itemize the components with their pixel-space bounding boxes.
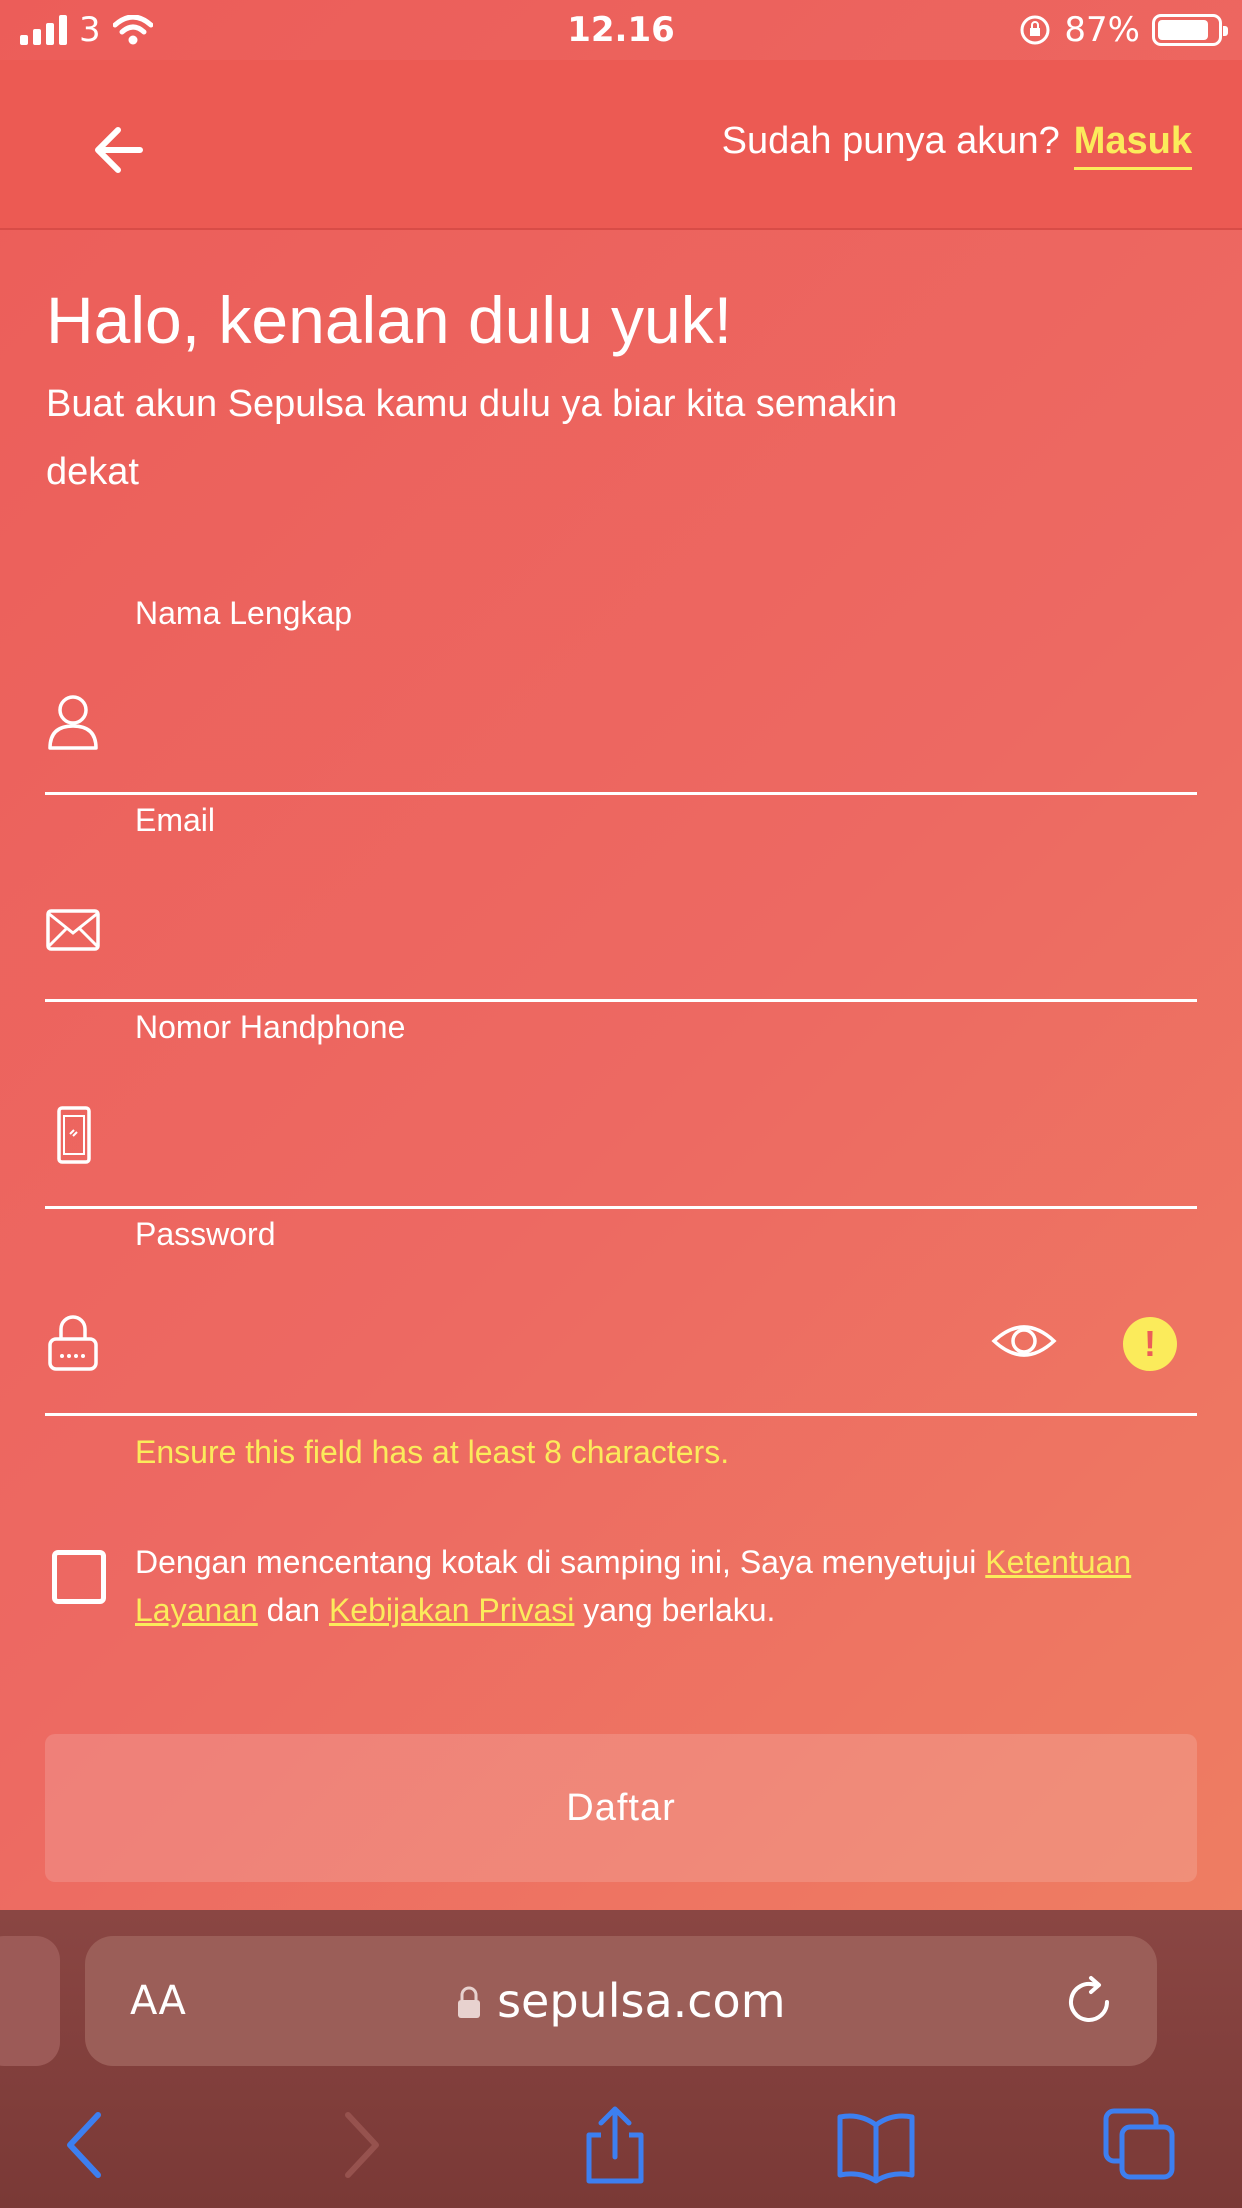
register-button[interactable]: Daftar: [45, 1734, 1197, 1882]
warning-icon: !: [1123, 1317, 1177, 1371]
url-text: sepulsa.com: [497, 1974, 786, 2028]
back-icon[interactable]: [48, 2105, 128, 2185]
battery-percent: 87%: [1064, 10, 1140, 50]
lock-icon: [458, 1986, 481, 2018]
back-arrow-icon[interactable]: [80, 110, 160, 190]
terms-suffix: yang berlaku.: [574, 1592, 776, 1628]
lock-icon: [48, 1315, 98, 1371]
login-prompt-text: Sudah punya akun?: [721, 120, 1060, 162]
rotation-lock-icon: [1020, 15, 1050, 45]
password-error: Ensure this field has at least 8 charact…: [135, 1434, 730, 1470]
login-prompt: Sudah punya akun? Masuk: [722, 120, 1192, 170]
privacy-policy-link[interactable]: Kebijakan Privasi: [329, 1592, 574, 1628]
address-bar[interactable]: AA sepulsa.com: [85, 1936, 1157, 2066]
terms-prefix: Dengan mencentang kotak di samping ini, …: [135, 1544, 986, 1580]
phone-icon: [57, 1106, 91, 1164]
browser-toolbar: [0, 2105, 1242, 2205]
battery-icon: [1152, 14, 1228, 46]
previous-tab[interactable]: [0, 1936, 60, 2066]
reload-icon[interactable]: [1061, 1974, 1117, 2030]
phone-input[interactable]: [135, 1126, 935, 1186]
password-field[interactable]: Password !: [45, 1216, 1197, 1416]
forward-icon[interactable]: [318, 2105, 398, 2185]
page-title: Halo, kenalan dulu yuk!: [46, 283, 733, 357]
terms-middle: dan: [257, 1592, 329, 1628]
signup-page: 3 12.16 87% Sudah punya akun? Masuk Halo…: [0, 0, 1242, 1910]
tabs-icon[interactable]: [1100, 2105, 1180, 2185]
status-bar: 3 12.16 87%: [0, 0, 1242, 60]
page-subtitle: Buat akun Sepulsa kamu dulu ya biar kita…: [46, 383, 898, 493]
app-header: Sudah punya akun? Masuk: [0, 60, 1242, 230]
terms-checkbox[interactable]: [52, 1550, 106, 1604]
terms-text: Dengan mencentang kotak di samping ini, …: [135, 1538, 1205, 1634]
user-icon: [48, 695, 98, 750]
password-label: Password: [135, 1216, 276, 1252]
mail-icon: [46, 909, 100, 951]
name-field[interactable]: Nama Lengkap: [45, 595, 1197, 795]
status-right: 87%: [1018, 10, 1228, 50]
name-input[interactable]: [135, 712, 935, 772]
eye-icon[interactable]: [991, 1319, 1057, 1363]
email-label: Email: [135, 802, 216, 838]
bookmarks-icon[interactable]: [836, 2105, 916, 2185]
url-display[interactable]: sepulsa.com: [85, 1974, 1157, 2028]
password-input[interactable]: [135, 1333, 835, 1393]
login-link[interactable]: Masuk: [1073, 120, 1192, 170]
phone-field[interactable]: Nomor Handphone: [45, 1009, 1197, 1209]
browser-chrome: AA sepulsa.com: [0, 1910, 1242, 2208]
phone-label: Nomor Handphone: [135, 1009, 406, 1045]
name-label: Nama Lengkap: [135, 595, 353, 631]
email-input[interactable]: [135, 919, 935, 979]
email-field[interactable]: Email: [45, 802, 1197, 1002]
share-icon[interactable]: [575, 2105, 655, 2185]
